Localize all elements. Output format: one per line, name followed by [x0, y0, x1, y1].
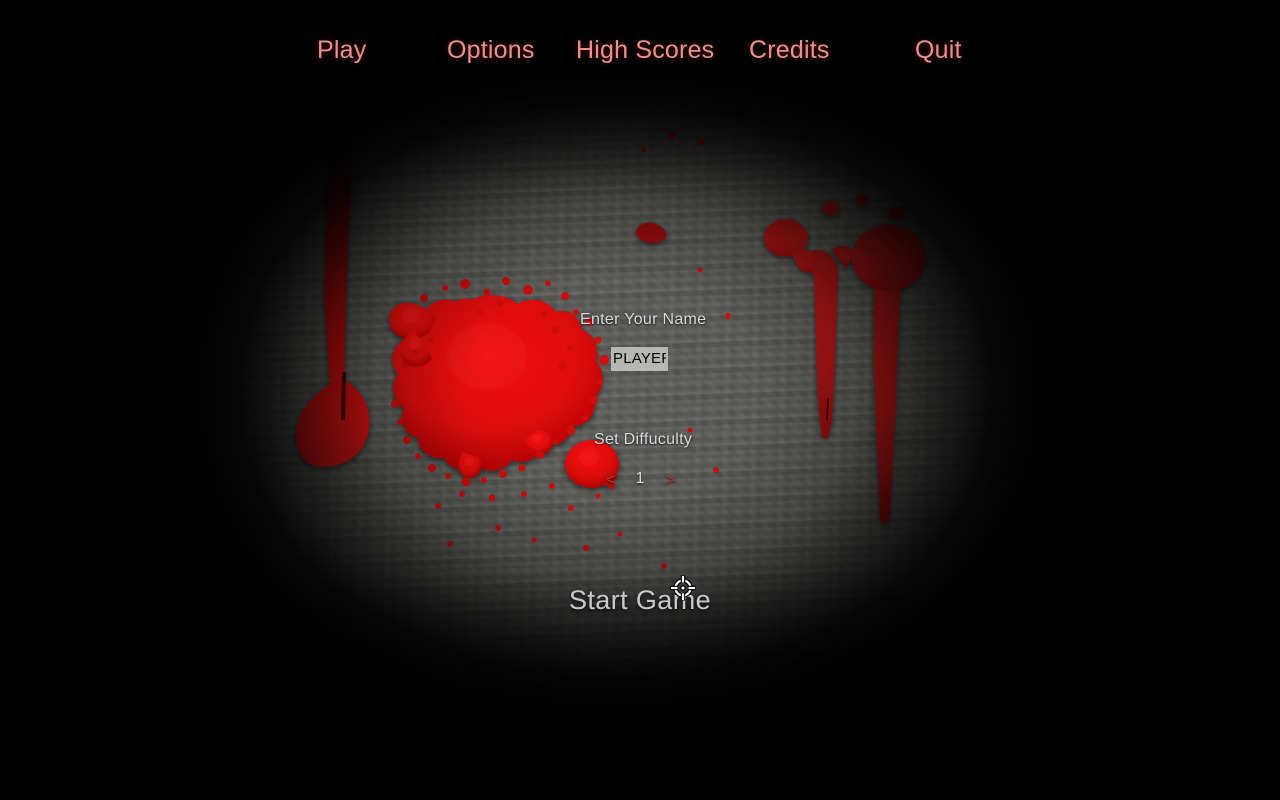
enter-name-label: Enter Your Name [580, 311, 707, 328]
menu-item-options[interactable]: Options [447, 36, 535, 65]
menu-item-quit[interactable]: Quit [915, 36, 962, 65]
menu-item-play[interactable]: Play [317, 36, 366, 65]
menu-item-high-scores[interactable]: High Scores [576, 36, 714, 65]
menu-item-credits[interactable]: Credits [749, 36, 830, 65]
difficulty-increase-arrow[interactable]: > [665, 470, 675, 490]
game-setup-panel: Enter Your Name Set Diffuculty < 1 > Sta… [0, 0, 1280, 800]
difficulty-value: 1 [635, 470, 645, 487]
set-difficulty-label: Set Diffuculty [594, 431, 693, 448]
game-screen: Play Options High Scores Credits Quit En… [0, 0, 1280, 800]
difficulty-decrease-arrow[interactable]: < [606, 470, 616, 490]
player-name-input[interactable] [611, 347, 668, 371]
main-menu: Play Options High Scores Credits Quit [0, 0, 1280, 84]
start-game-button[interactable]: Start Game [0, 585, 1280, 616]
